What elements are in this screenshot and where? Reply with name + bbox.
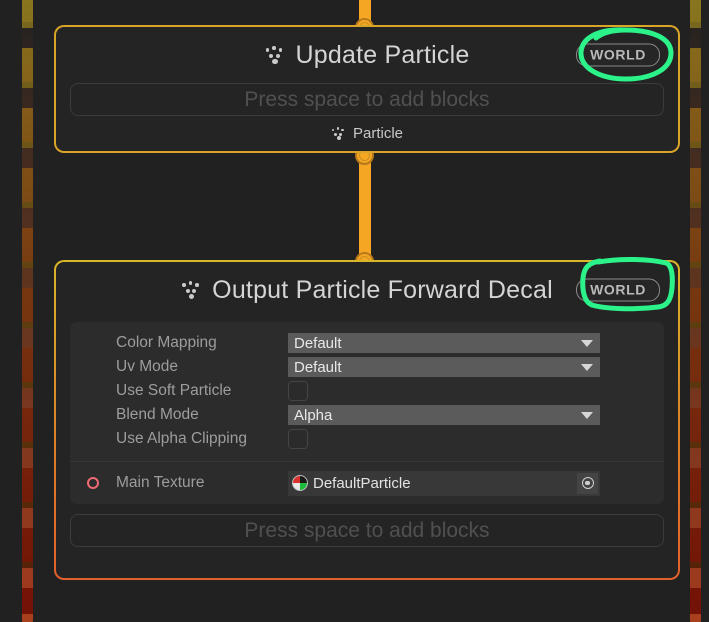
main-texture-input-port[interactable] bbox=[87, 477, 99, 489]
object-field-value: DefaultParticle bbox=[313, 474, 411, 492]
dropdown-value: Default bbox=[294, 334, 342, 352]
uv-mode-dropdown[interactable]: Default bbox=[288, 357, 600, 377]
boundary-dash bbox=[690, 348, 701, 382]
boundary-dash bbox=[690, 228, 701, 262]
boundary-dash bbox=[690, 408, 701, 442]
chevron-down-icon bbox=[581, 411, 593, 419]
property-row[interactable]: Uv Mode Default bbox=[70, 355, 664, 379]
chevron-down-icon bbox=[581, 339, 593, 347]
property-block: Color Mapping Default Uv Mode Default Us… bbox=[70, 322, 664, 504]
add-block-placeholder[interactable]: Press space to add blocks bbox=[70, 514, 664, 547]
particle-icon bbox=[265, 44, 287, 66]
property-label: Blend Mode bbox=[116, 406, 199, 423]
boundary-dash bbox=[22, 348, 33, 382]
space-badge-world[interactable]: WORLD bbox=[576, 278, 660, 302]
object-picker-icon[interactable] bbox=[577, 472, 598, 494]
boundary-dash bbox=[22, 468, 33, 502]
boundary-dash bbox=[690, 468, 701, 502]
main-texture-row[interactable]: Main Texture DefaultParticle bbox=[70, 462, 664, 504]
add-block-placeholder[interactable]: Press space to add blocks bbox=[70, 83, 664, 116]
canvas-boundary-rail-left bbox=[22, 0, 33, 622]
use-alpha-clipping-checkbox[interactable] bbox=[288, 429, 308, 449]
property-list: Color Mapping Default Uv Mode Default Us… bbox=[70, 322, 664, 461]
boundary-dash bbox=[690, 108, 701, 142]
property-label: Main Texture bbox=[116, 474, 205, 491]
use-soft-particle-checkbox[interactable] bbox=[288, 381, 308, 401]
property-row[interactable]: Use Alpha Clipping bbox=[70, 427, 664, 451]
boundary-dash bbox=[22, 588, 33, 622]
boundary-dash bbox=[22, 528, 33, 562]
boundary-dash bbox=[22, 228, 33, 262]
property-row[interactable]: Color Mapping Default bbox=[70, 331, 664, 355]
property-label: Color Mapping bbox=[116, 334, 217, 351]
node-title: Update Particle bbox=[295, 40, 470, 69]
boundary-dash bbox=[690, 588, 701, 622]
property-label: Uv Mode bbox=[116, 358, 179, 375]
property-row[interactable]: Use Soft Particle bbox=[70, 379, 664, 403]
main-texture-object-field[interactable]: DefaultParticle bbox=[288, 470, 600, 496]
particle-icon bbox=[181, 279, 203, 301]
node-output-particle-forward-decal[interactable]: Output Particle Forward Decal WORLD Colo… bbox=[54, 260, 680, 580]
flow-label-text: Particle bbox=[352, 125, 404, 142]
boundary-dash bbox=[22, 168, 33, 202]
dropdown-value: Default bbox=[294, 358, 342, 376]
property-label: Use Soft Particle bbox=[116, 382, 232, 399]
node-title: Output Particle Forward Decal bbox=[212, 275, 553, 304]
boundary-dash bbox=[22, 108, 33, 142]
canvas-boundary-rail-right bbox=[690, 0, 701, 622]
dropdown-value: Alpha bbox=[294, 406, 333, 424]
property-row[interactable]: Blend Mode Alpha bbox=[70, 403, 664, 427]
boundary-dash bbox=[690, 288, 701, 322]
node-header[interactable]: Update Particle WORLD bbox=[56, 27, 678, 83]
boundary-dash bbox=[22, 288, 33, 322]
boundary-dash bbox=[690, 48, 701, 82]
boundary-dash bbox=[22, 408, 33, 442]
color-mapping-dropdown[interactable]: Default bbox=[288, 333, 600, 353]
node-flow-label: Particle bbox=[56, 125, 678, 142]
chevron-down-icon bbox=[581, 363, 593, 371]
property-label: Use Alpha Clipping bbox=[116, 430, 247, 447]
boundary-dash bbox=[22, 0, 33, 22]
blend-mode-dropdown[interactable]: Alpha bbox=[288, 405, 600, 425]
node-header[interactable]: Output Particle Forward Decal WORLD bbox=[56, 262, 678, 318]
node-update-particle[interactable]: Update Particle WORLD Press space to add… bbox=[54, 25, 680, 153]
boundary-dash bbox=[690, 0, 701, 22]
boundary-dash bbox=[690, 528, 701, 562]
texture-preview-icon bbox=[292, 475, 308, 491]
space-badge-world[interactable]: WORLD bbox=[576, 43, 660, 67]
boundary-dash bbox=[690, 168, 701, 202]
particle-icon bbox=[331, 126, 347, 142]
boundary-dash bbox=[22, 48, 33, 82]
